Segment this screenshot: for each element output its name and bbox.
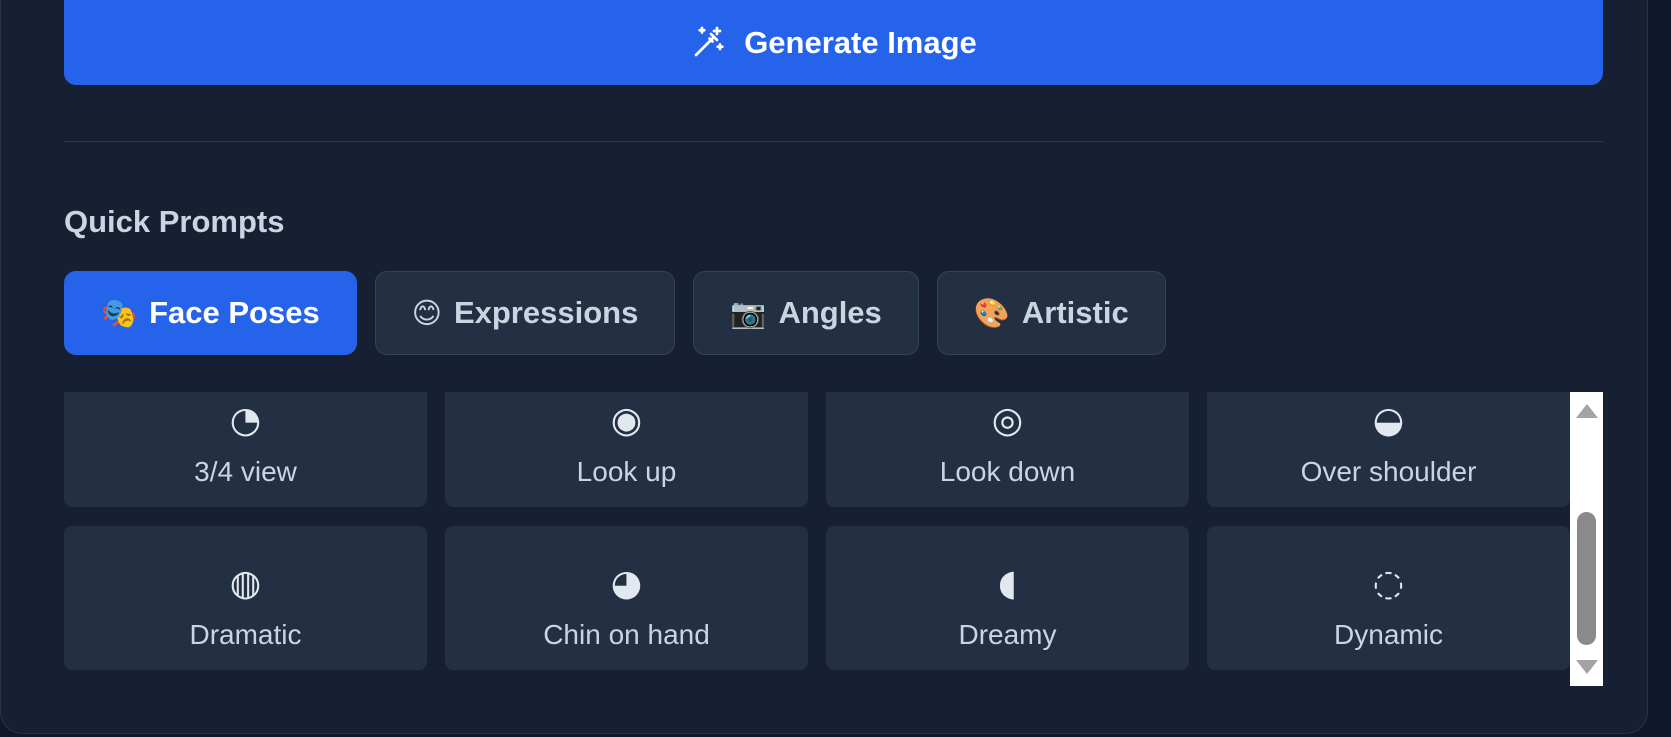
prompt-card-over-shoulder[interactable]: ◒ Over shoulder [1207, 392, 1570, 507]
prompt-label: 3/4 view [194, 456, 297, 487]
bullseye-icon: ◎ [991, 400, 1024, 441]
performing-arts-icon: 🎭 [101, 295, 138, 330]
prompt-grid-scroll-area: ◔ 3/4 view ◉ Look up ◎ Look down ◒ Over … [64, 392, 1570, 686]
tab-artistic[interactable]: 🎨 Artistic [936, 271, 1166, 355]
prompt-card-dramatic[interactable]: ◍ Dramatic [64, 526, 427, 670]
quick-prompts-tabs: 🎭 Face Poses 😊 Expressions 📷 Angles 🎨 Ar… [64, 271, 1166, 355]
tab-label: Expressions [453, 295, 639, 330]
tab-angles[interactable]: 📷 Angles [693, 271, 919, 355]
prompt-grid: ◔ 3/4 view ◉ Look up ◎ Look down ◒ Over … [64, 392, 1570, 670]
prompt-card-look-up[interactable]: ◉ Look up [445, 392, 808, 507]
palette-icon: 🎨 [973, 295, 1010, 330]
scroll-down-arrow-icon[interactable] [1576, 660, 1598, 674]
scroll-thumb[interactable] [1577, 512, 1596, 645]
smiling-face-icon: 😊 [411, 295, 442, 330]
prompt-label: Dramatic [189, 619, 302, 650]
left-half-circle-icon: ◖ [998, 563, 1017, 604]
section-divider [64, 141, 1603, 142]
prompt-label: Dynamic [1334, 619, 1443, 650]
generate-image-button[interactable]: Generate Image [64, 0, 1603, 85]
dotted-circle-icon: ◌ [1372, 563, 1405, 604]
magic-wand-icon [690, 25, 726, 61]
generate-image-label: Generate Image [744, 24, 977, 60]
prompt-label: Over shoulder [1300, 456, 1477, 487]
prompt-label: Chin on hand [543, 619, 710, 650]
prompt-card-3-4-view[interactable]: ◔ 3/4 view [64, 392, 427, 507]
fisheye-icon: ◉ [610, 400, 643, 441]
prompt-card-look-down[interactable]: ◎ Look down [826, 392, 1189, 507]
prompt-label: Dreamy [958, 619, 1057, 650]
three-quarter-circle-icon: ◕ [610, 563, 643, 604]
prompt-card-chin-on-hand[interactable]: ◕ Chin on hand [445, 526, 808, 670]
scroll-up-arrow-icon[interactable] [1576, 404, 1598, 418]
prompt-card-dreamy[interactable]: ◖ Dreamy [826, 526, 1189, 670]
camera-icon: 📷 [730, 295, 767, 330]
tab-expressions[interactable]: 😊 Expressions [374, 271, 676, 355]
tab-face-poses[interactable]: 🎭 Face Poses [64, 271, 357, 355]
striped-circle-icon: ◍ [229, 563, 262, 604]
prompt-label: Look up [576, 456, 677, 487]
quarter-circle-icon: ◔ [229, 400, 262, 441]
tab-label: Artistic [1021, 295, 1129, 330]
tab-label: Face Poses [149, 295, 320, 330]
prompt-card-dynamic[interactable]: ◌ Dynamic [1207, 526, 1570, 670]
quick-prompts-title: Quick Prompts [64, 204, 285, 239]
page: Generate Image Quick Prompts 🎭 Face Pose… [0, 0, 1671, 737]
half-circle-icon: ◒ [1372, 400, 1405, 441]
prompt-label: Look down [939, 456, 1076, 487]
prompt-grid-scrollbar[interactable] [1570, 392, 1603, 686]
tab-label: Angles [778, 295, 882, 330]
